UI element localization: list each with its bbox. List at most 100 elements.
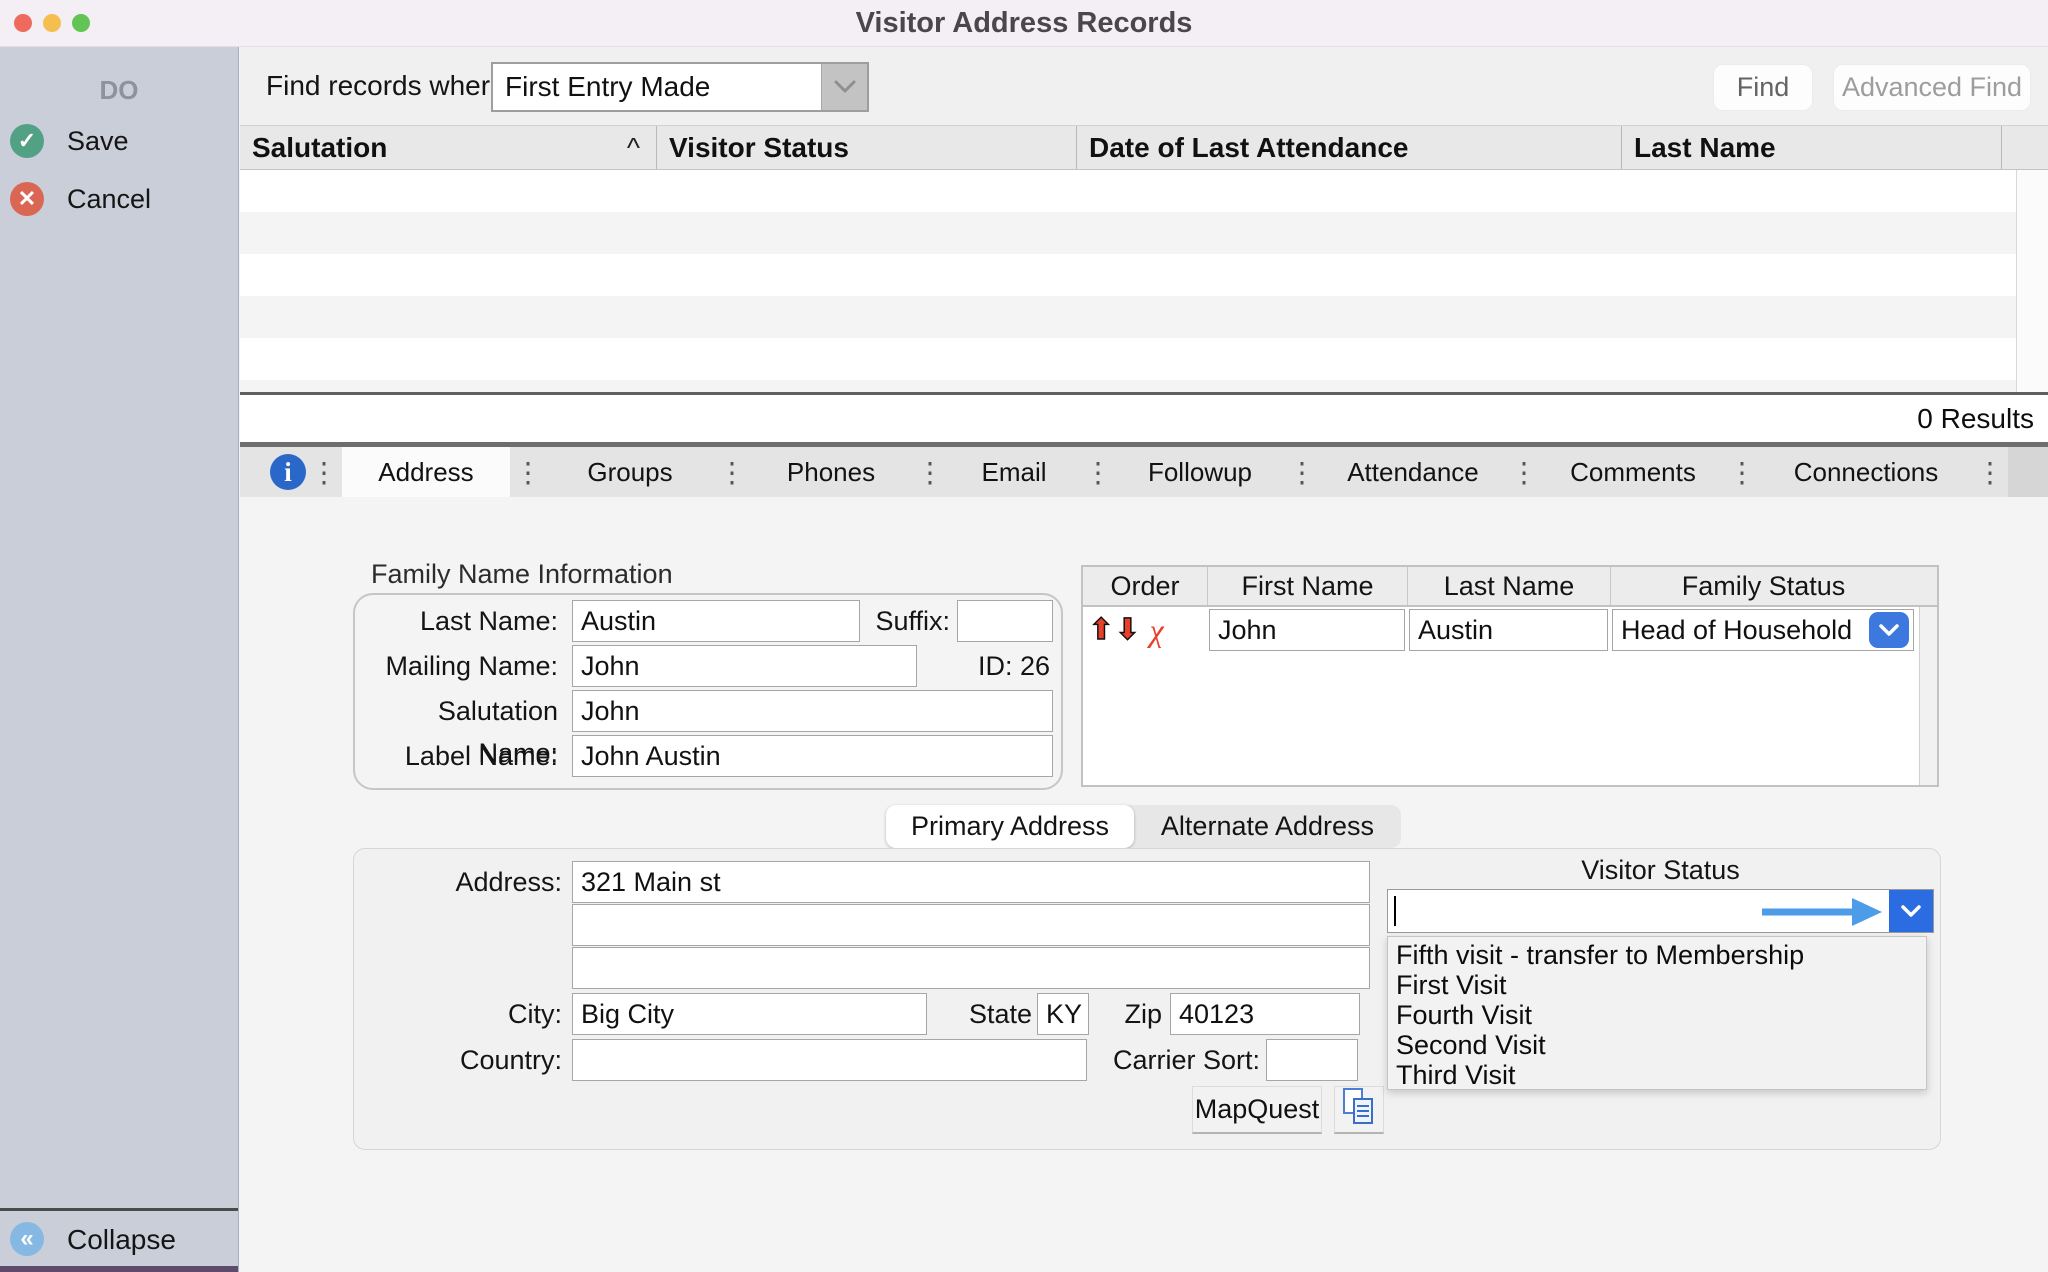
column-label: Last Name <box>1634 132 1776 164</box>
move-up-icon[interactable]: ⬆ <box>1089 616 1113 645</box>
copy-address-button[interactable] <box>1334 1086 1384 1134</box>
tab-separator-icon: ⋮ <box>1080 447 1116 497</box>
order-cell: ⬆ ⬇ χ <box>1083 607 1207 653</box>
column-label: Visitor Status <box>669 132 849 164</box>
tab-bar-filler <box>2008 447 2048 497</box>
tab-separator-icon: ⋮ <box>510 447 546 497</box>
family-status-dropdown-button[interactable] <box>1869 612 1909 648</box>
state-field[interactable]: KY <box>1037 993 1089 1035</box>
mailing-name-field[interactable]: John <box>572 645 917 687</box>
tab-attendance[interactable]: Attendance <box>1320 447 1506 497</box>
app-window: Visitor Address Records DO ✓ Save ✕ Canc… <box>0 0 2048 1272</box>
dropdown-option[interactable]: Second Visit <box>1388 1030 1926 1060</box>
dropdown-option[interactable]: Fourth Visit <box>1388 1000 1926 1030</box>
suffix-field[interactable] <box>957 600 1053 642</box>
last-name-label: Last Name: <box>355 600 558 642</box>
dropdown-option[interactable]: Fifth visit - transfer to Membership <box>1388 940 1926 970</box>
sort-ascending-icon: ^ <box>627 132 640 164</box>
country-field[interactable] <box>572 1039 1087 1081</box>
members-column-first-name: First Name <box>1207 567 1407 605</box>
save-label: Save <box>67 126 129 157</box>
members-scrollbar[interactable] <box>1919 607 1937 785</box>
column-label: Date of Last Attendance <box>1089 132 1408 164</box>
tab-separator-icon: ⋮ <box>1972 447 2008 497</box>
tab-primary-address[interactable]: Primary Address <box>886 805 1134 848</box>
record-id: ID: 26 <box>945 645 1050 687</box>
member-first-name-field[interactable]: John <box>1209 609 1405 651</box>
label-name-label: Label Name: <box>355 735 558 777</box>
info-icon[interactable]: i <box>270 454 306 490</box>
last-name-field[interactable]: Austin <box>572 600 860 642</box>
remove-member-icon[interactable]: χ <box>1150 614 1164 646</box>
member-family-status-field[interactable]: Head of Household <box>1612 609 1914 651</box>
tab-email[interactable]: Email <box>948 447 1080 497</box>
main-area: Find records where First Entry Made Find… <box>240 47 2048 1272</box>
check-circle-icon: ✓ <box>10 124 44 158</box>
mapquest-button[interactable]: MapQuest <box>1192 1086 1322 1134</box>
label-name-field[interactable]: John Austin <box>572 735 1053 777</box>
tab-alternate-address[interactable]: Alternate Address <box>1134 805 1401 848</box>
country-label: Country: <box>354 1039 562 1081</box>
members-column-last-name: Last Name <box>1407 567 1610 605</box>
find-bar: Find records where First Entry Made Find… <box>240 47 2048 125</box>
text-caret <box>1394 896 1396 926</box>
tab-separator-icon: ⋮ <box>714 447 750 497</box>
tab-followup[interactable]: Followup <box>1116 447 1284 497</box>
tab-phones[interactable]: Phones <box>750 447 912 497</box>
salutation-name-field[interactable]: John <box>572 690 1053 732</box>
tab-separator-icon: ⋮ <box>1724 447 1760 497</box>
column-header-spacer <box>2001 126 2048 169</box>
column-label: Salutation <box>252 132 387 164</box>
suffix-label: Suffix: <box>855 600 950 642</box>
results-scrollbar[interactable] <box>2016 170 2048 392</box>
collapse-sidebar-button[interactable]: « Collapse <box>0 1208 238 1266</box>
column-header-date-of-last-attendance[interactable]: Date of Last Attendance <box>1076 126 1621 169</box>
member-last-name-field[interactable]: Austin <box>1409 609 1608 651</box>
dropdown-option[interactable]: First Visit <box>1388 970 1926 1000</box>
chevron-down-icon[interactable] <box>821 64 867 110</box>
sidebar-section-header: DO <box>0 75 238 106</box>
members-column-family-status: Family Status <box>1610 567 1916 605</box>
tab-separator-icon: ⋮ <box>1506 447 1542 497</box>
advanced-find-button[interactable]: Advanced Find <box>1833 64 2031 111</box>
family-members-header: Order First Name Last Name Family Status <box>1083 567 1937 607</box>
save-button[interactable]: ✓ Save <box>0 121 238 161</box>
visitor-status-dropdown-button[interactable] <box>1889 890 1933 932</box>
carrier-sort-field[interactable] <box>1266 1039 1358 1081</box>
tab-connections[interactable]: Connections <box>1760 447 1972 497</box>
results-count: 0 Results <box>1917 395 2034 442</box>
tab-groups[interactable]: Groups <box>546 447 714 497</box>
family-members-table: Order First Name Last Name Family Status… <box>1081 565 1939 787</box>
address-tabs: Primary Address Alternate Address <box>886 805 1401 848</box>
zip-label: Zip <box>1106 993 1162 1035</box>
carrier-sort-label: Carrier Sort: <box>1094 1039 1260 1081</box>
city-field[interactable]: Big City <box>572 993 927 1035</box>
annotation-arrow-icon <box>1762 895 1884 929</box>
find-field-dropdown[interactable]: First Entry Made <box>491 62 869 112</box>
salutation-name-label: Salutation Name: <box>355 690 558 732</box>
members-column-order: Order <box>1083 567 1207 605</box>
find-button[interactable]: Find <box>1713 64 1813 111</box>
state-label: State <box>934 993 1032 1035</box>
dropdown-option[interactable]: Third Visit <box>1388 1060 1926 1090</box>
tab-separator-icon: ⋮ <box>912 447 948 497</box>
address-line1-field[interactable]: 321 Main st <box>572 861 1370 903</box>
record-tab-bar: i ⋮ Address ⋮ Groups ⋮ Phones ⋮ Email ⋮ … <box>240 442 2048 497</box>
move-down-icon[interactable]: ⬇ <box>1115 616 1139 645</box>
results-table-body[interactable] <box>240 170 2048 392</box>
mailing-name-label: Mailing Name: <box>355 645 558 687</box>
address-line3-field[interactable] <box>572 947 1370 989</box>
family-status-value: Head of Household <box>1621 615 1852 646</box>
tab-address[interactable]: Address <box>342 447 510 497</box>
column-header-last-name[interactable]: Last Name <box>1621 126 2001 169</box>
address-line2-field[interactable] <box>572 904 1370 946</box>
sidebar: DO ✓ Save ✕ Cancel « Collapse <box>0 47 239 1272</box>
zip-field[interactable]: 40123 <box>1170 993 1360 1035</box>
titlebar: Visitor Address Records <box>0 0 2048 47</box>
cancel-button[interactable]: ✕ Cancel <box>0 179 238 219</box>
tab-separator-icon: ⋮ <box>306 447 342 497</box>
column-header-visitor-status[interactable]: Visitor Status <box>656 126 1076 169</box>
cancel-label: Cancel <box>67 184 151 215</box>
column-header-salutation[interactable]: Salutation ^ <box>240 126 656 169</box>
tab-comments[interactable]: Comments <box>1542 447 1724 497</box>
